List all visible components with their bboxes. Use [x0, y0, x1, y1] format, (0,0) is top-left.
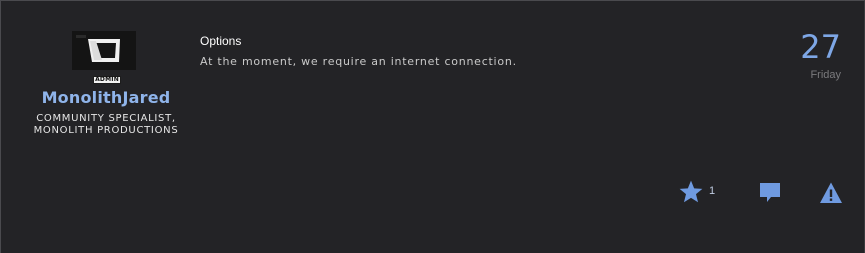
monolith-logo-icon: [72, 31, 136, 70]
avatar[interactable]: [72, 31, 136, 70]
like-count: 1: [709, 185, 716, 197]
author-title: COMMUNITY SPECIALIST, MONOLITH PRODUCTIO…: [33, 113, 179, 136]
report-button[interactable]: [819, 181, 843, 205]
post-title: Options: [200, 34, 242, 48]
speech-bubble-icon: [760, 183, 780, 202]
post-date-weekday: Friday: [810, 69, 841, 81]
forum-post: ADMIN MonolithJared COMMUNITY SPECIALIST…: [0, 0, 865, 253]
admin-badge: ADMIN: [93, 76, 121, 84]
author-username[interactable]: MonolithJared: [1, 88, 211, 107]
post-body: At the moment, we require an internet co…: [200, 55, 517, 68]
post-date-day: 27: [800, 28, 841, 66]
warning-icon: [820, 182, 842, 203]
reply-button[interactable]: [758, 181, 782, 205]
star-icon: [679, 180, 703, 203]
like-button[interactable]: 1: [678, 179, 718, 205]
